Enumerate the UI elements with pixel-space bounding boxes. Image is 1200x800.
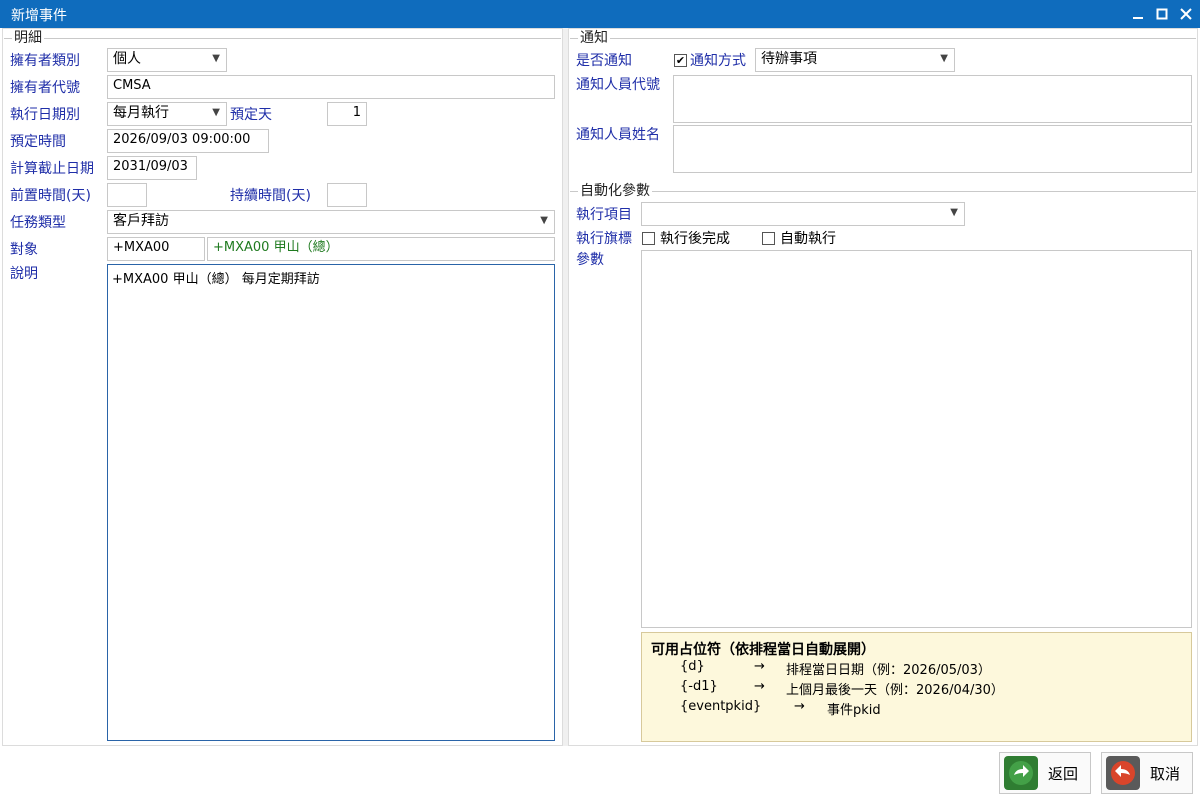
owner-type-label: 擁有者類別	[10, 53, 80, 69]
window-title: 新增事件	[11, 8, 67, 24]
flag-complete-label: 執行後完成	[660, 231, 730, 247]
owner-type-value: 個人	[113, 51, 141, 67]
owner-code-field[interactable]: CMSA	[107, 75, 555, 99]
arrow-icon: →	[794, 699, 805, 714]
flag-auto-checkbox[interactable]	[762, 232, 775, 245]
placeholder-token: {eventpkid}	[680, 699, 762, 714]
placeholder-desc: 上個月最後一天（例：2026/04/30）	[786, 683, 1004, 698]
cancel-button-label: 取消	[1150, 764, 1181, 783]
notify-method-value: 待辦事項	[761, 51, 817, 67]
exec-item-select[interactable]: ▼	[641, 202, 965, 226]
check-icon: ✔	[675, 54, 686, 67]
params-textarea[interactable]	[641, 250, 1192, 628]
return-arrow-icon	[1004, 756, 1038, 790]
scheduled-time-field[interactable]: 2026/09/03 09:00:00	[107, 129, 269, 153]
detail-group-title: 明細	[12, 29, 44, 47]
maximize-button[interactable]	[1152, 4, 1172, 24]
return-button[interactable]: 返回	[999, 752, 1091, 794]
lead-time-label: 前置時間(天)	[10, 188, 91, 204]
title-bar: 新增事件	[0, 0, 1200, 28]
notify-person-code-label: 通知人員代號	[576, 77, 660, 93]
return-button-label: 返回	[1048, 764, 1079, 783]
owner-code-label: 擁有者代號	[10, 80, 80, 96]
notification-group: 通知	[570, 29, 1196, 47]
placeholder-hint-box: 可用占位符（依排程當日自動展開） {d} → 排程當日日期（例：2026/05/…	[641, 632, 1192, 742]
automation-group: 自動化參數	[570, 182, 1196, 200]
close-button[interactable]	[1176, 4, 1196, 24]
notify-label: 是否通知	[576, 53, 632, 69]
notify-person-code-field[interactable]	[673, 75, 1192, 123]
scheduled-day-field[interactable]: 1	[327, 102, 367, 126]
notify-person-name-field[interactable]	[673, 125, 1192, 173]
placeholder-desc: 排程當日日期（例：2026/05/03）	[786, 663, 991, 678]
task-type-label: 任務類型	[10, 215, 66, 231]
exec-flag-label: 執行旗標	[576, 231, 632, 247]
arrow-icon: →	[754, 679, 765, 694]
notify-method-select[interactable]: 待辦事項 ▼	[755, 48, 955, 72]
cancel-button[interactable]: 取消	[1101, 752, 1193, 794]
description-text: +MXA00 甲山（總） 每月定期拜訪	[112, 272, 320, 287]
calc-end-date-label: 計算截止日期	[10, 161, 94, 177]
task-type-value: 客戶拜訪	[113, 213, 169, 229]
placeholder-desc: 事件pkid	[827, 703, 881, 718]
flag-complete-checkbox[interactable]	[642, 232, 655, 245]
calc-end-date-field[interactable]: 2031/09/03	[107, 156, 197, 180]
maximize-icon	[1156, 8, 1168, 20]
automation-group-title: 自動化參數	[578, 182, 652, 200]
description-textarea[interactable]: +MXA00 甲山（總） 每月定期拜訪	[107, 264, 555, 741]
close-icon	[1180, 8, 1192, 20]
placeholder-token: {d}	[680, 659, 705, 674]
target-name-field: +MXA00 甲山（總）	[207, 237, 555, 261]
exec-date-type-select[interactable]: 每月執行 ▼	[107, 102, 227, 126]
chevron-down-icon: ▼	[940, 53, 948, 64]
notify-person-name-label: 通知人員姓名	[576, 127, 660, 143]
target-code-field[interactable]: +MXA00	[107, 237, 205, 261]
arrow-icon: →	[754, 659, 765, 674]
chevron-down-icon: ▼	[212, 53, 220, 64]
task-type-select[interactable]: 客戶拜訪 ▼	[107, 210, 555, 234]
flag-auto-label: 自動執行	[780, 231, 836, 247]
params-label: 參數	[576, 252, 604, 268]
lead-time-field[interactable]	[107, 183, 147, 207]
notify-checkbox[interactable]: ✔	[674, 54, 687, 67]
detail-group: 明細	[4, 29, 561, 47]
target-label: 對象	[10, 242, 38, 258]
minimize-button[interactable]	[1128, 4, 1148, 24]
chevron-down-icon: ▼	[950, 207, 958, 218]
duration-label: 持續時間(天)	[230, 188, 311, 204]
placeholder-hint-title: 可用占位符（依排程當日自動展開）	[651, 642, 875, 658]
owner-type-select[interactable]: 個人 ▼	[107, 48, 227, 72]
placeholder-token: {-d1}	[680, 679, 718, 694]
notify-method-label: 通知方式	[690, 53, 746, 69]
minimize-icon	[1133, 17, 1143, 19]
exec-date-type-label: 執行日期別	[10, 107, 80, 123]
cancel-undo-icon	[1106, 756, 1140, 790]
duration-field[interactable]	[327, 183, 367, 207]
scheduled-time-label: 預定時間	[10, 134, 66, 150]
exec-item-label: 執行項目	[576, 207, 632, 223]
scheduled-day-label: 預定天	[230, 107, 272, 123]
chevron-down-icon: ▼	[212, 107, 220, 118]
chevron-down-icon: ▼	[540, 215, 548, 226]
exec-date-type-value: 每月執行	[113, 105, 169, 121]
description-label: 說明	[10, 266, 38, 282]
notification-group-title: 通知	[578, 29, 610, 47]
